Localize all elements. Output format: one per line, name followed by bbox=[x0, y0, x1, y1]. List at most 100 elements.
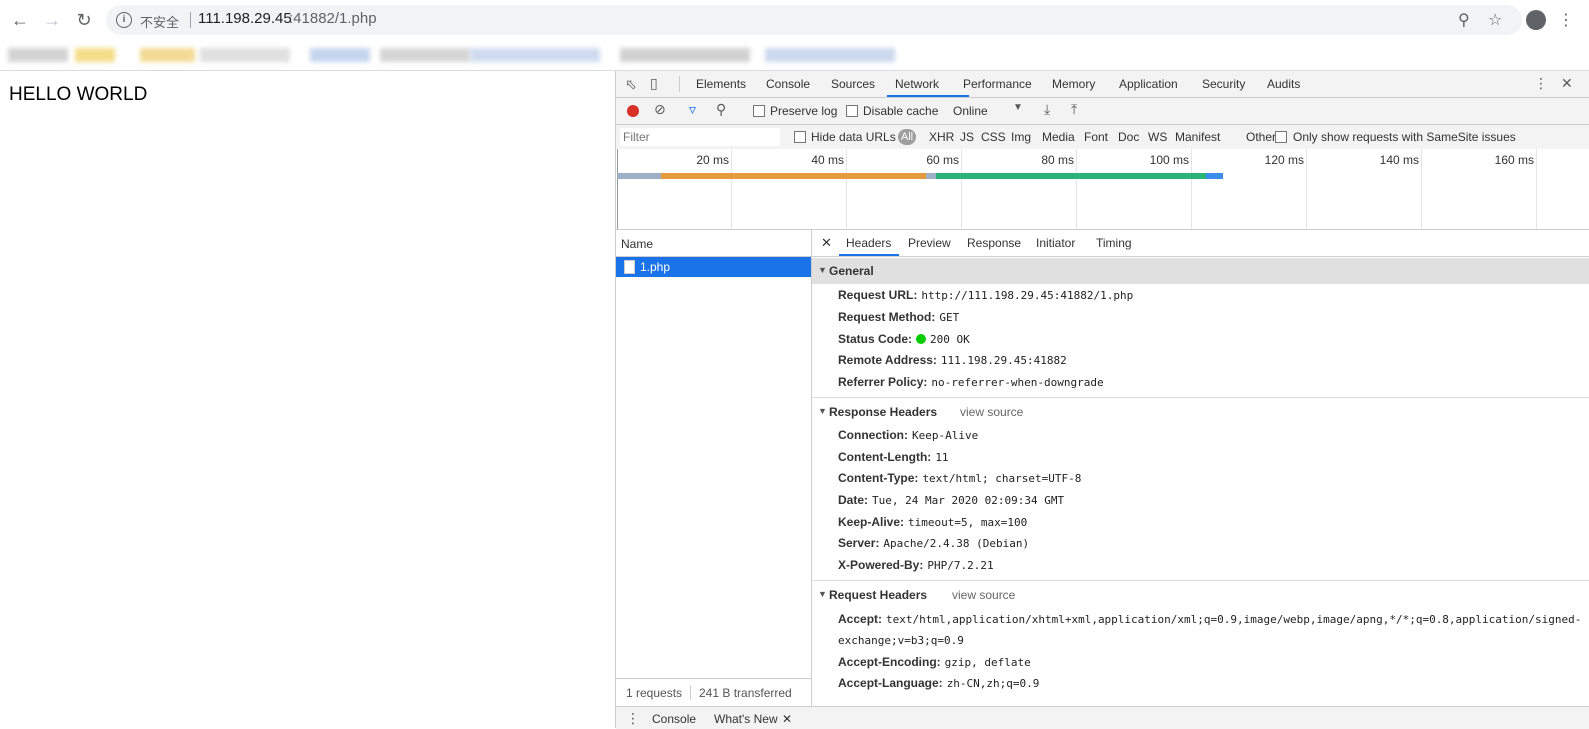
samesite-checkbox[interactable] bbox=[1275, 131, 1287, 143]
filter-type-font[interactable]: Font bbox=[1084, 130, 1108, 144]
tab-performance[interactable]: Performance bbox=[963, 77, 1032, 91]
view-source-link[interactable]: view source bbox=[952, 588, 1015, 602]
section-request-headers[interactable]: ▼ Request Headers view source bbox=[812, 582, 1589, 608]
timeline-bar-queue bbox=[617, 173, 661, 179]
drawer-menu-icon[interactable]: ⋮ bbox=[626, 710, 640, 727]
section-general[interactable]: ▼ General bbox=[812, 258, 1589, 284]
reload-icon[interactable]: ↻ bbox=[72, 8, 96, 32]
section-divider bbox=[812, 397, 1589, 398]
header-value: Apache/2.4.38 (Debian) bbox=[883, 537, 1030, 550]
tab-elements[interactable]: Elements bbox=[696, 77, 746, 91]
filter-type-media[interactable]: Media bbox=[1042, 130, 1075, 144]
address-separator bbox=[190, 12, 191, 28]
header-value: gzip, deflate bbox=[944, 656, 1031, 669]
active-tab-indicator bbox=[887, 95, 969, 97]
bookmark-star-icon[interactable]: ☆ bbox=[1488, 10, 1502, 30]
throttling-select[interactable]: Online bbox=[953, 104, 988, 118]
network-overview-timeline[interactable]: 20 ms 40 ms 60 ms 80 ms 100 ms 120 ms 14… bbox=[616, 149, 1589, 230]
chevron-down-icon[interactable]: ▼ bbox=[1013, 102, 1023, 113]
bookmark-item[interactable] bbox=[200, 48, 290, 62]
filter-type-other[interactable]: Other bbox=[1246, 130, 1276, 144]
filter-type-js[interactable]: JS bbox=[960, 130, 974, 144]
tab-initiator[interactable]: Initiator bbox=[1036, 236, 1075, 250]
close-devtools-icon[interactable]: ✕ bbox=[1561, 75, 1573, 92]
profile-avatar-icon[interactable] bbox=[1526, 10, 1546, 30]
status-separator bbox=[690, 685, 691, 700]
bookmark-item[interactable] bbox=[8, 48, 68, 62]
tab-sources[interactable]: Sources bbox=[831, 77, 875, 91]
inspect-element-icon[interactable]: ⬁ bbox=[625, 76, 637, 93]
bookmark-item[interactable] bbox=[140, 48, 195, 62]
header-value: GET bbox=[939, 311, 960, 324]
header-row: Accept-Encoding: gzip, deflate bbox=[838, 655, 1031, 669]
header-key: Content-Length: bbox=[838, 450, 932, 464]
device-toolbar-icon[interactable]: ▯ bbox=[650, 75, 658, 92]
header-key: X-Powered-By: bbox=[838, 558, 924, 572]
network-toolbar: ⊘ ▿ ⚲ Preserve log Disable cache Online … bbox=[616, 98, 1589, 125]
filter-type-img[interactable]: Img bbox=[1011, 130, 1031, 144]
zoom-icon[interactable]: ⚲ bbox=[1458, 10, 1470, 30]
bookmark-item[interactable] bbox=[620, 48, 750, 62]
devtools-menu-icon[interactable]: ⋮ bbox=[1534, 75, 1548, 92]
import-har-icon[interactable]: ⤓ bbox=[1044, 101, 1050, 118]
clear-icon[interactable]: ⊘ bbox=[654, 101, 666, 118]
disable-cache-checkbox[interactable] bbox=[846, 105, 858, 117]
chrome-menu-icon[interactable]: ⋮ bbox=[1558, 10, 1574, 30]
timeline-bar-finish bbox=[1206, 173, 1223, 179]
header-key: Connection: bbox=[838, 428, 908, 442]
tab-timing[interactable]: Timing bbox=[1096, 236, 1132, 250]
export-har-icon[interactable]: ⤒ bbox=[1071, 101, 1077, 118]
forward-icon[interactable]: → bbox=[40, 8, 64, 32]
address-bar[interactable]: i 不安全 111.198.29.45 :41882/1.php ⚲ ☆ bbox=[106, 5, 1522, 35]
filter-type-ws[interactable]: WS bbox=[1148, 130, 1167, 144]
info-icon[interactable]: i bbox=[116, 12, 132, 28]
tab-audits[interactable]: Audits bbox=[1267, 77, 1300, 91]
header-row: Connection: Keep-Alive bbox=[838, 428, 978, 442]
search-icon[interactable]: ⚲ bbox=[716, 101, 726, 118]
view-source-link[interactable]: view source bbox=[960, 405, 1023, 419]
filter-input[interactable] bbox=[620, 128, 780, 146]
timeline-bar-stalled bbox=[926, 173, 936, 179]
header-value: http://111.198.29.45:41882/1.php bbox=[921, 289, 1134, 302]
header-value: 11 bbox=[935, 451, 949, 464]
bookmark-item[interactable] bbox=[75, 48, 115, 62]
column-name[interactable]: Name bbox=[621, 237, 653, 251]
filter-type-css[interactable]: CSS bbox=[981, 130, 1006, 144]
section-response-headers[interactable]: ▼ Response Headers view source bbox=[812, 399, 1589, 425]
tab-network[interactable]: Network bbox=[895, 77, 939, 91]
filter-type-all[interactable]: All bbox=[898, 129, 916, 145]
devtools-drawer: ⋮ Console What's New ✕ bbox=[616, 706, 1589, 729]
header-row: Keep-Alive: timeout=5, max=100 bbox=[838, 515, 1027, 529]
tab-security[interactable]: Security bbox=[1202, 77, 1245, 91]
timeline-gridline bbox=[1191, 149, 1192, 229]
bookmark-item[interactable] bbox=[310, 48, 370, 62]
close-drawer-tab-icon[interactable]: ✕ bbox=[782, 712, 792, 726]
bookmark-item[interactable] bbox=[470, 48, 600, 62]
header-row: Request URL: http://111.198.29.45:41882/1… bbox=[838, 288, 1133, 302]
filter-type-manifest[interactable]: Manifest bbox=[1175, 130, 1220, 144]
filter-type-xhr[interactable]: XHR bbox=[929, 130, 954, 144]
drawer-tab-whats-new[interactable]: What's New bbox=[714, 712, 778, 726]
request-row[interactable]: 1.php bbox=[616, 257, 811, 277]
tab-console[interactable]: Console bbox=[766, 77, 810, 91]
filter-icon[interactable]: ▿ bbox=[689, 101, 696, 118]
preserve-log-checkbox[interactable] bbox=[753, 105, 765, 117]
drawer-tab-console[interactable]: Console bbox=[652, 712, 696, 726]
back-icon[interactable]: ← bbox=[8, 8, 32, 32]
hide-data-urls-checkbox[interactable] bbox=[794, 131, 806, 143]
timeline-bar-download bbox=[936, 173, 1206, 179]
devtools-tab-bar: ⬁ ▯ Elements Console Sources Network Per… bbox=[616, 71, 1589, 98]
bookmark-item[interactable] bbox=[765, 48, 895, 62]
header-row: Accept: text/html,application/xhtml+xml,a… bbox=[838, 612, 1581, 626]
record-icon[interactable] bbox=[627, 105, 639, 117]
close-details-icon[interactable]: ✕ bbox=[821, 235, 832, 251]
tab-headers[interactable]: Headers bbox=[846, 236, 891, 250]
tab-preview[interactable]: Preview bbox=[908, 236, 951, 250]
header-key: Accept: bbox=[838, 612, 883, 626]
tab-response[interactable]: Response bbox=[967, 236, 1021, 250]
tab-memory[interactable]: Memory bbox=[1052, 77, 1095, 91]
tab-application[interactable]: Application bbox=[1119, 77, 1178, 91]
url-path: :41882/1.php bbox=[289, 10, 377, 27]
filter-type-doc[interactable]: Doc bbox=[1118, 130, 1139, 144]
bookmark-item[interactable] bbox=[380, 48, 470, 62]
